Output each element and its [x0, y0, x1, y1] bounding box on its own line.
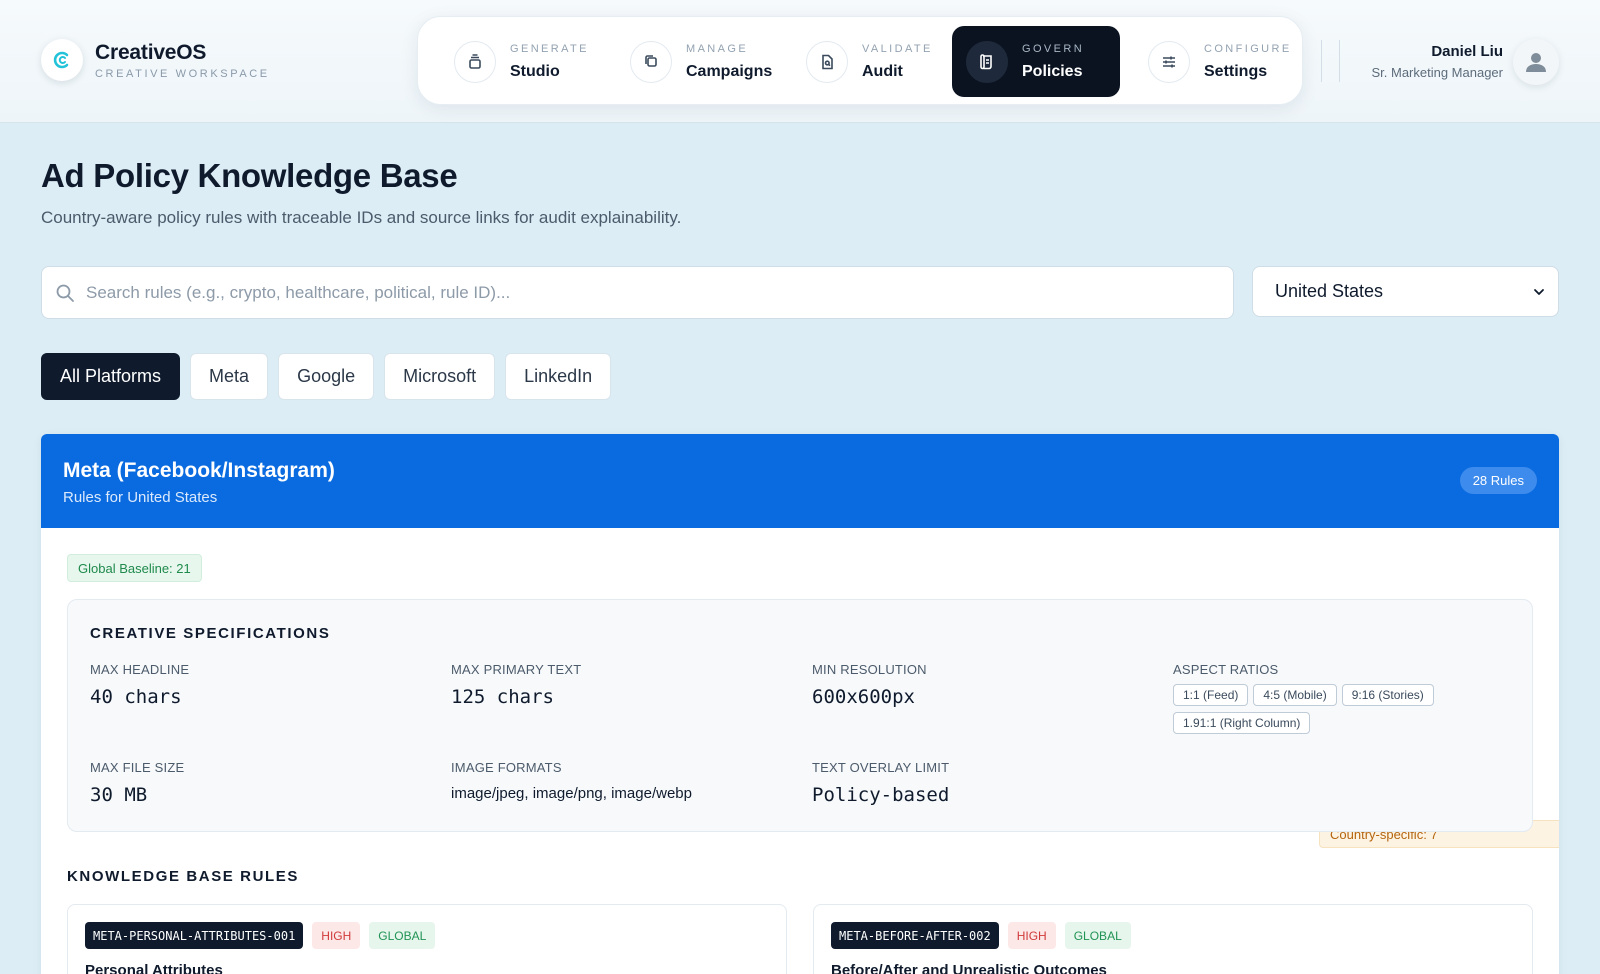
platform-tabs: All Platforms Meta Google Microsoft Link…: [41, 353, 621, 400]
spec-value: 125 chars: [451, 686, 554, 708]
page-subtitle: Country-aware policy rules with traceabl…: [41, 208, 682, 227]
copy-icon: [630, 40, 672, 83]
user-name: Daniel Liu: [1431, 43, 1503, 60]
severity-badge: HIGH: [312, 922, 361, 949]
platform-panel-meta: Meta (Facebook/Instagram) Rules for Unit…: [41, 434, 1559, 974]
search-input[interactable]: [86, 282, 1186, 303]
user-icon: [1526, 53, 1546, 72]
rule-tags: META-BEFORE-AFTER-002 HIGH GLOBAL: [831, 922, 1140, 949]
nav-label: Policies: [1022, 62, 1083, 80]
avatar[interactable]: [1513, 39, 1559, 85]
spec-value: 30 MB: [90, 784, 148, 806]
c-logo-icon: [41, 39, 83, 81]
spec-max-file-size: MAX FILE SIZE 30 MB: [90, 760, 184, 806]
layers-icon: [454, 40, 496, 83]
rules-count-badge: 28 Rules: [1459, 467, 1537, 494]
kb-section-title: KNOWLEDGE BASE RULES: [67, 868, 300, 885]
spec-value: 600x600px: [812, 686, 915, 708]
specs-title: CREATIVE SPECIFICATIONS: [90, 625, 331, 642]
chevron-down-icon: [1534, 288, 1544, 295]
scope-badge: GLOBAL: [1064, 922, 1131, 949]
rule-counts: Global Baseline: 21 Country-specific: 7: [67, 554, 1559, 848]
spec-value: 40 chars: [90, 686, 182, 708]
main-nav: GENERATE Studio MANAGE Campaigns VALIDAT…: [417, 16, 1303, 105]
page-title: Ad Policy Knowledge Base: [41, 157, 458, 194]
spec-label: MAX HEADLINE: [90, 662, 190, 677]
nav-kicker: CONFIGURE: [1204, 42, 1292, 55]
country-selected: United States: [1275, 281, 1384, 301]
search-icon: [56, 284, 74, 302]
rule-id-badge: META-BEFORE-AFTER-002: [831, 922, 999, 949]
app-header: CreativeOS CREATIVE WORKSPACE GENERATE S…: [0, 0, 1600, 123]
aspect-ratio-chip: 1:1 (Feed): [1173, 684, 1249, 706]
nav-kicker: MANAGE: [686, 42, 749, 55]
aspect-ratio-chip: 9:16 (Stories): [1341, 684, 1434, 706]
rule-id-badge: META-PERSONAL-ATTRIBUTES-001: [85, 922, 304, 949]
aspect-ratio-list: 1:1 (Feed) 4:5 (Mobile) 9:16 (Stories) 1…: [1173, 684, 1473, 740]
nav-item-campaigns[interactable]: MANAGE Campaigns: [608, 26, 778, 97]
country-select[interactable]: United States: [1252, 266, 1559, 317]
spec-label: MAX FILE SIZE: [90, 760, 185, 775]
search-box[interactable]: [41, 266, 1234, 319]
panel-header: Meta (Facebook/Instagram) Rules for Unit…: [41, 434, 1559, 528]
rule-card[interactable]: META-BEFORE-AFTER-002 HIGH GLOBAL Before…: [813, 904, 1533, 974]
document-search-icon: [806, 40, 848, 83]
nav-kicker: GENERATE: [510, 42, 589, 55]
panel-subtitle: Rules for United States: [63, 489, 218, 506]
creative-specs: CREATIVE SPECIFICATIONS MAX HEADLINE 40 …: [67, 599, 1533, 832]
header-divider: [1321, 40, 1322, 82]
brand[interactable]: CreativeOS CREATIVE WORKSPACE: [41, 39, 270, 81]
user-info[interactable]: Daniel Liu Sr. Marketing Manager: [1371, 43, 1503, 80]
scroll-icon: [966, 40, 1008, 83]
spec-max-headline: MAX HEADLINE 40 chars: [90, 662, 189, 708]
severity-badge: HIGH: [1007, 922, 1056, 949]
spec-label: MIN RESOLUTION: [812, 662, 927, 677]
spec-aspect-ratios: ASPECT RATIOS 1:1 (Feed) 4:5 (Mobile) 9:…: [1173, 662, 1473, 740]
tab-google[interactable]: Google: [278, 353, 375, 400]
nav-item-policies[interactable]: GOVERN Policies: [952, 26, 1120, 97]
global-baseline-chip: Global Baseline: 21: [67, 554, 202, 582]
spec-label: MAX PRIMARY TEXT: [451, 662, 582, 677]
brand-name: CreativeOS: [95, 40, 207, 64]
nav-item-audit[interactable]: VALIDATE Audit: [784, 26, 944, 97]
spec-max-primary-text: MAX PRIMARY TEXT 125 chars: [451, 662, 581, 708]
spec-text-overlay-limit: TEXT OVERLAY LIMIT Policy-based: [812, 760, 949, 806]
spec-label: ASPECT RATIOS: [1173, 662, 1279, 677]
brand-subtitle: CREATIVE WORKSPACE: [95, 67, 270, 80]
nav-item-settings[interactable]: CONFIGURE Settings: [1126, 26, 1296, 97]
aspect-ratio-chip: 1.91:1 (Right Column): [1173, 712, 1311, 734]
nav-kicker: VALIDATE: [862, 42, 933, 55]
header-divider: [1339, 40, 1340, 82]
scope-badge: GLOBAL: [369, 922, 436, 949]
nav-label: Audit: [862, 62, 903, 80]
panel-title: Meta (Facebook/Instagram): [63, 459, 335, 482]
spec-min-resolution: MIN RESOLUTION 600x600px: [812, 662, 927, 708]
spec-value: Policy-based: [812, 784, 950, 806]
nav-label: Settings: [1204, 62, 1268, 80]
spec-label: TEXT OVERLAY LIMIT: [812, 760, 950, 775]
sliders-icon: [1148, 40, 1190, 83]
tab-linkedin[interactable]: LinkedIn: [505, 353, 612, 400]
nav-label: Campaigns: [686, 62, 773, 80]
spec-image-formats: IMAGE FORMATS image/jpeg, image/png, ima…: [451, 760, 692, 802]
spec-value: image/jpeg, image/png, image/webp: [451, 785, 692, 802]
spec-label: IMAGE FORMATS: [451, 760, 562, 775]
nav-item-studio[interactable]: GENERATE Studio: [432, 26, 602, 97]
nav-label: Studio: [510, 62, 560, 80]
aspect-ratio-chip: 4:5 (Mobile): [1253, 684, 1337, 706]
rule-name: Personal Attributes: [85, 962, 223, 974]
tab-all-platforms[interactable]: All Platforms: [41, 353, 181, 400]
user-role: Sr. Marketing Manager: [1371, 65, 1503, 80]
tab-meta[interactable]: Meta: [190, 353, 269, 400]
nav-kicker: GOVERN: [1022, 42, 1085, 55]
tab-microsoft[interactable]: Microsoft: [384, 353, 496, 400]
rule-tags: META-PERSONAL-ATTRIBUTES-001 HIGH GLOBAL: [85, 922, 444, 949]
rule-card[interactable]: META-PERSONAL-ATTRIBUTES-001 HIGH GLOBAL…: [67, 904, 787, 974]
rule-name: Before/After and Unrealistic Outcomes: [831, 962, 1107, 974]
